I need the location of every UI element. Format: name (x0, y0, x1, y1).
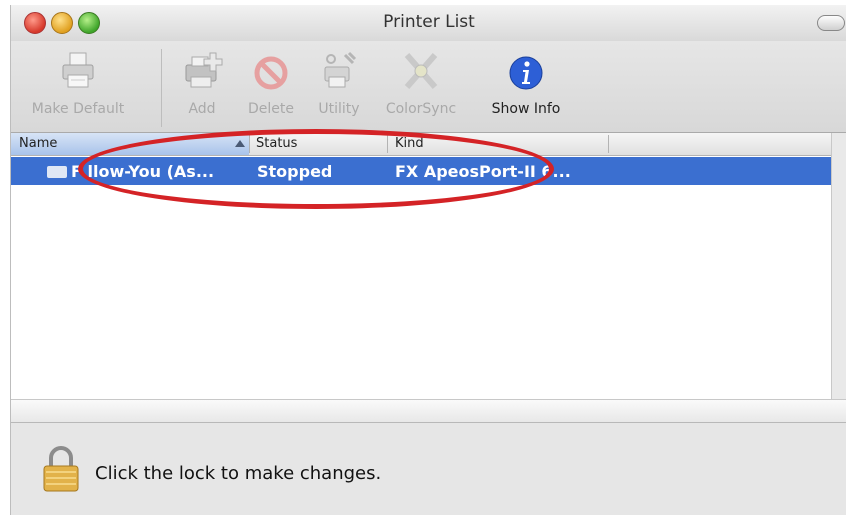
window-title: Printer List (383, 12, 475, 32)
toolbar: Make Default Add Delete Utility ColorSyn… (11, 41, 846, 133)
add-printer-icon (180, 47, 224, 95)
utility-button[interactable]: Utility (309, 47, 369, 117)
show-info-label: Show Info (491, 101, 561, 117)
utility-label: Utility (318, 101, 360, 117)
colorsync-button[interactable]: ColorSync (377, 47, 465, 117)
add-button[interactable]: Add (179, 47, 225, 117)
utility-icon (317, 47, 361, 95)
info-icon (504, 47, 548, 95)
show-info-button[interactable]: Show Info (481, 47, 571, 117)
printer-icon (47, 166, 67, 178)
printer-list-window: Printer List Make Default Add Delete Uti… (10, 5, 846, 515)
lock-icon[interactable] (41, 445, 81, 493)
delete-label: Delete (248, 101, 294, 117)
horizontal-scrollbar[interactable] (11, 399, 846, 423)
toolbar-toggle-button[interactable] (817, 15, 845, 31)
delete-icon (249, 47, 293, 95)
add-label: Add (188, 101, 216, 117)
title-bar: Printer List (11, 5, 846, 41)
printer-icon (56, 47, 100, 95)
footer: Click the lock to make changes. (11, 423, 846, 515)
delete-button[interactable]: Delete (239, 47, 303, 117)
make-default-button[interactable]: Make Default (19, 47, 137, 117)
column-divider (608, 135, 609, 153)
toolbar-separator (161, 49, 162, 127)
lock-instruction-text: Click the lock to make changes. (95, 463, 382, 484)
column-header-name[interactable]: Name (19, 136, 57, 151)
colorsync-icon (399, 47, 443, 95)
make-default-label: Make Default (31, 101, 125, 117)
colorsync-label: ColorSync (385, 101, 457, 117)
annotation-ellipse (78, 129, 554, 209)
